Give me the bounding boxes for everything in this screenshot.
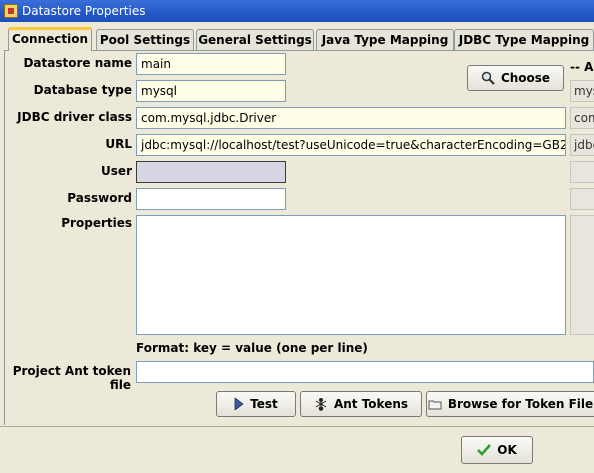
properties-label: Properties bbox=[61, 216, 132, 230]
title-bar: Datastore Properties bbox=[0, 0, 594, 22]
folder-icon bbox=[428, 400, 442, 410]
choose-button-label: Choose bbox=[500, 71, 551, 85]
ant-tokens-button-label: Ant Tokens bbox=[333, 397, 409, 411]
side-password bbox=[570, 188, 594, 210]
tab-jdbc-type-mapping[interactable]: JDBC Type Mapping bbox=[454, 29, 594, 50]
ant-token-file-label: Project Ant token file bbox=[12, 364, 131, 392]
user-input[interactable] bbox=[136, 161, 286, 183]
url-label: URL bbox=[105, 137, 132, 151]
datastore-name-input[interactable]: main bbox=[136, 53, 286, 75]
format-hint: Format: key = value (one per line) bbox=[136, 341, 368, 355]
tab-pool-settings[interactable]: Pool Settings bbox=[96, 29, 194, 50]
side-driver: com bbox=[570, 107, 594, 129]
tab-java-type-mapping[interactable]: Java Type Mapping bbox=[316, 29, 454, 50]
browse-token-file-button-label: Browse for Token File bbox=[447, 397, 594, 411]
user-label: User bbox=[101, 164, 132, 178]
ant-icon bbox=[315, 398, 327, 411]
database-type-label: Database type bbox=[33, 83, 132, 97]
tab-general-settings[interactable]: General Settings bbox=[196, 29, 314, 50]
password-label: Password bbox=[67, 191, 132, 205]
ok-button-label: OK bbox=[497, 443, 517, 457]
side-header: -- A bbox=[570, 60, 594, 74]
url-input[interactable]: jdbc:mysql://localhost/test?useUnicode=t… bbox=[136, 134, 566, 156]
separator bbox=[0, 426, 594, 427]
password-input[interactable] bbox=[136, 188, 286, 210]
checkmark-icon bbox=[477, 444, 492, 456]
properties-textarea[interactable] bbox=[136, 215, 566, 335]
test-button[interactable]: Test bbox=[216, 391, 296, 417]
magnifier-icon bbox=[481, 71, 495, 85]
ok-button[interactable]: OK bbox=[461, 436, 533, 464]
database-type-input[interactable]: mysql bbox=[136, 80, 286, 102]
window-title: Datastore Properties bbox=[22, 4, 146, 18]
ant-tokens-button[interactable]: Ant Tokens bbox=[300, 391, 422, 417]
play-icon bbox=[234, 398, 244, 410]
side-properties bbox=[570, 215, 594, 335]
browse-token-file-button[interactable]: Browse for Token File bbox=[426, 391, 594, 417]
side-db-type: mys bbox=[570, 80, 594, 102]
ant-token-file-input[interactable] bbox=[136, 361, 594, 383]
driver-class-label: JDBC driver class bbox=[17, 110, 132, 124]
app-icon bbox=[4, 4, 18, 18]
side-url: jdbc bbox=[570, 134, 594, 156]
test-button-label: Test bbox=[250, 397, 278, 411]
tab-connection[interactable]: Connection bbox=[8, 27, 92, 51]
choose-button[interactable]: Choose bbox=[467, 65, 564, 91]
driver-class-input[interactable]: com.mysql.jdbc.Driver bbox=[136, 107, 566, 129]
datastore-name-label: Datastore name bbox=[23, 56, 132, 70]
side-user bbox=[570, 161, 594, 183]
